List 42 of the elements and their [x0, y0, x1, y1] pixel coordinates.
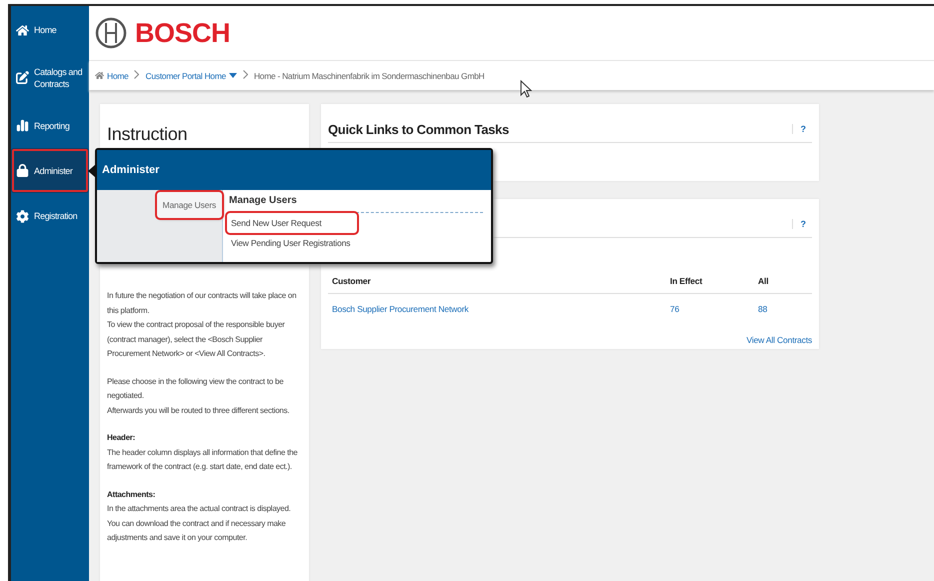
gear-icon	[16, 210, 29, 222]
paragraph: The header column displays all information that define the framework of the contract (e.g. start date, end date ect.).	[107, 446, 299, 473]
menu-category[interactable]: Manage Users	[156, 192, 222, 218]
chevron-icon	[134, 70, 140, 78]
column-header: All	[757, 276, 770, 286]
paragraph: Please choose in the following view the contract to be negotiated.	[107, 376, 284, 402]
home-icon	[16, 24, 29, 36]
sidebar-item[interactable]: Home	[11, 8, 89, 52]
paragraph: Afterwards you will be routed to three different sections.	[107, 404, 290, 417]
menu-title: Administer	[97, 150, 491, 190]
menu-item[interactable]: View Pending User Registrations	[227, 233, 354, 253]
help-link[interactable]: ?	[792, 219, 806, 229]
logo-icon	[95, 17, 127, 49]
section-heading: Manage Users	[227, 195, 483, 213]
section-heading: Attachments:	[107, 488, 156, 500]
sidebar-item[interactable]: Registration	[11, 193, 89, 239]
menu-item[interactable]: Send New User Request	[227, 213, 357, 233]
logo-text: BOSCH	[135, 18, 230, 48]
edit-icon	[16, 71, 29, 84]
card-title: Instruction	[107, 124, 188, 144]
table-link[interactable]: 88	[754, 304, 812, 314]
sidebar-item[interactable]: Catalogs and Contracts	[11, 52, 89, 103]
table-link[interactable]: 76	[666, 304, 754, 314]
chevron-icon	[242, 70, 248, 78]
help-link[interactable]: ?	[792, 124, 806, 134]
view-all-link[interactable]: View All Contracts	[746, 335, 812, 345]
breadcrumb-link[interactable]: Home	[95, 70, 128, 80]
sidebar-item[interactable]: Administer	[11, 148, 89, 193]
column-header: Customer	[331, 276, 372, 286]
caret-icon	[228, 73, 237, 78]
lock-icon	[16, 164, 29, 177]
chart-icon	[16, 119, 29, 132]
breadcrumb-link[interactable]: Customer Portal Home	[145, 70, 237, 80]
home-icon	[95, 71, 104, 80]
section-heading: Header:	[107, 432, 136, 444]
paragraph: In future the negotiation of our contracts will take place on this platform.	[107, 290, 298, 317]
sidebar-item[interactable]: Reporting	[11, 103, 89, 148]
column-header: In Effect	[669, 276, 704, 286]
paragraph: In the attachments area the actual contract is displayed. You can download the contract and if necessary make adjustments and save it on your computer.	[107, 503, 292, 544]
card-title: Quick Links to Common Tasks	[328, 122, 509, 136]
table-link[interactable]: Bosch Supplier Procurement Network	[328, 304, 666, 314]
paragraph: To view the contract proposal of the responsible buyer (contract manager), select the <Bosch Supplier Procurement Network> or <View All Contracts>.	[107, 319, 286, 360]
